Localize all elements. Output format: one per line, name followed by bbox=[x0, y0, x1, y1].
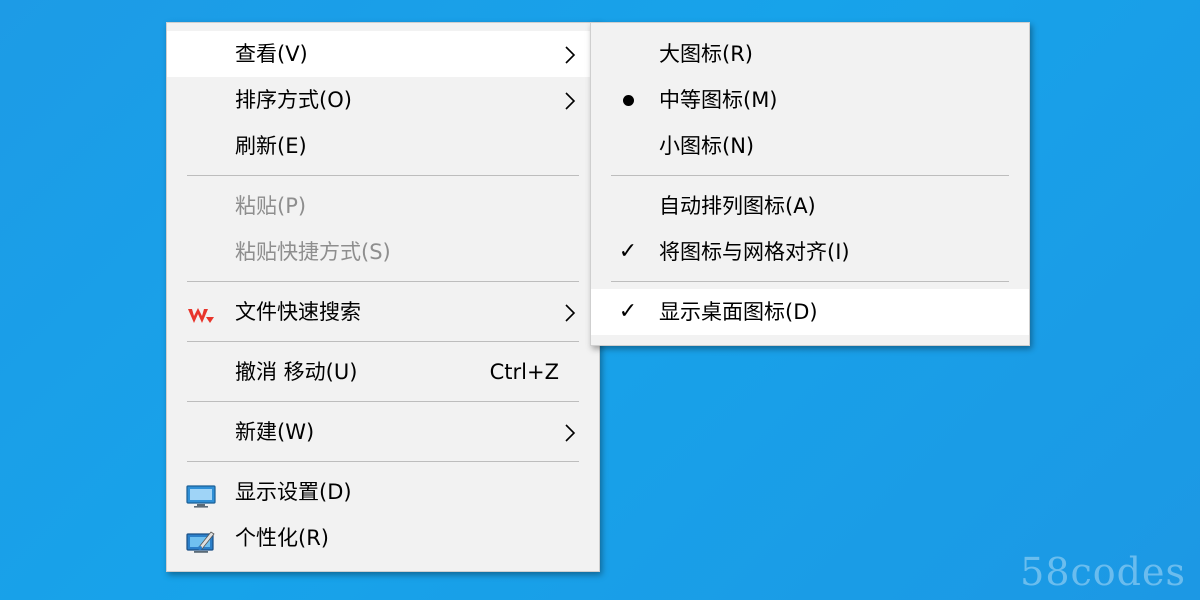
submenu-item-medium-icons[interactable]: 中等图标(M) bbox=[591, 77, 1029, 123]
personalize-icon bbox=[185, 525, 217, 553]
menu-item-sort[interactable]: 排序方式(O) bbox=[167, 77, 599, 123]
menu-separator bbox=[611, 281, 1009, 282]
submenu-item-small-icons-label: 小图标(N) bbox=[659, 134, 755, 158]
menu-separator bbox=[187, 281, 579, 282]
menu-item-display-settings-label: 显示设置(D) bbox=[235, 480, 352, 504]
checkmark-icon: ✓ bbox=[618, 299, 638, 324]
chevron-right-icon bbox=[563, 289, 577, 335]
submenu-item-align-grid-label: 将图标与网格对齐(I) bbox=[659, 240, 850, 264]
watermark: 58codes bbox=[1020, 550, 1186, 594]
menu-item-file-search[interactable]: 文件快速搜索 bbox=[167, 289, 599, 335]
menu-separator bbox=[611, 175, 1009, 176]
chevron-right-icon bbox=[563, 409, 577, 455]
submenu-item-align-grid[interactable]: ✓ 将图标与网格对齐(I) bbox=[591, 229, 1029, 275]
menu-separator bbox=[187, 401, 579, 402]
monitor-icon bbox=[185, 479, 217, 508]
menu-item-view[interactable]: 查看(V) bbox=[167, 31, 599, 77]
menu-separator bbox=[187, 175, 579, 176]
menu-item-paste-label: 粘贴(P) bbox=[235, 194, 307, 218]
chevron-right-icon bbox=[563, 31, 577, 77]
menu-item-display-settings[interactable]: 显示设置(D) bbox=[167, 469, 599, 515]
menu-separator bbox=[187, 461, 579, 462]
submenu-item-large-icons[interactable]: 大图标(R) bbox=[591, 31, 1029, 77]
menu-item-personalize-label: 个性化(R) bbox=[235, 526, 329, 550]
wps-logo-icon bbox=[185, 299, 217, 325]
submenu-item-medium-icons-label: 中等图标(M) bbox=[659, 88, 778, 112]
menu-item-file-search-label: 文件快速搜索 bbox=[235, 300, 361, 324]
chevron-right-icon bbox=[563, 77, 577, 123]
menu-item-sort-label: 排序方式(O) bbox=[235, 88, 352, 112]
submenu-item-small-icons[interactable]: 小图标(N) bbox=[591, 123, 1029, 169]
submenu-item-show-desktop-icons[interactable]: ✓ 显示桌面图标(D) bbox=[591, 289, 1029, 335]
submenu-item-auto-arrange[interactable]: 自动排列图标(A) bbox=[591, 183, 1029, 229]
view-submenu: 大图标(R) 中等图标(M) 小图标(N) 自动排列图标(A) ✓ 将图标与网格… bbox=[590, 22, 1030, 346]
menu-item-refresh-label: 刷新(E) bbox=[235, 134, 307, 158]
menu-item-new-label: 新建(W) bbox=[235, 420, 315, 444]
menu-item-undo-label: 撤消 移动(U) bbox=[235, 360, 358, 384]
menu-item-paste-shortcut[interactable]: 粘贴快捷方式(S) bbox=[167, 229, 599, 275]
submenu-item-show-desktop-icons-label: 显示桌面图标(D) bbox=[659, 300, 818, 324]
radio-bullet-icon bbox=[623, 95, 634, 106]
menu-item-paste-shortcut-label: 粘贴快捷方式(S) bbox=[235, 240, 391, 264]
menu-item-undo-shortcut: Ctrl+Z bbox=[489, 360, 559, 384]
menu-item-undo[interactable]: 撤消 移动(U) Ctrl+Z bbox=[167, 349, 599, 395]
checkmark-icon: ✓ bbox=[618, 239, 638, 264]
menu-separator bbox=[187, 341, 579, 342]
submenu-item-auto-arrange-label: 自动排列图标(A) bbox=[659, 194, 816, 218]
menu-item-refresh[interactable]: 刷新(E) bbox=[167, 123, 599, 169]
menu-item-new[interactable]: 新建(W) bbox=[167, 409, 599, 455]
submenu-item-large-icons-label: 大图标(R) bbox=[659, 42, 753, 66]
menu-item-personalize[interactable]: 个性化(R) bbox=[167, 515, 599, 561]
menu-item-paste[interactable]: 粘贴(P) bbox=[167, 183, 599, 229]
desktop-context-menu: 查看(V) 排序方式(O) 刷新(E) 粘贴(P) 粘贴快捷方式(S) 文件快速… bbox=[166, 22, 600, 572]
menu-item-view-label: 查看(V) bbox=[235, 42, 308, 66]
